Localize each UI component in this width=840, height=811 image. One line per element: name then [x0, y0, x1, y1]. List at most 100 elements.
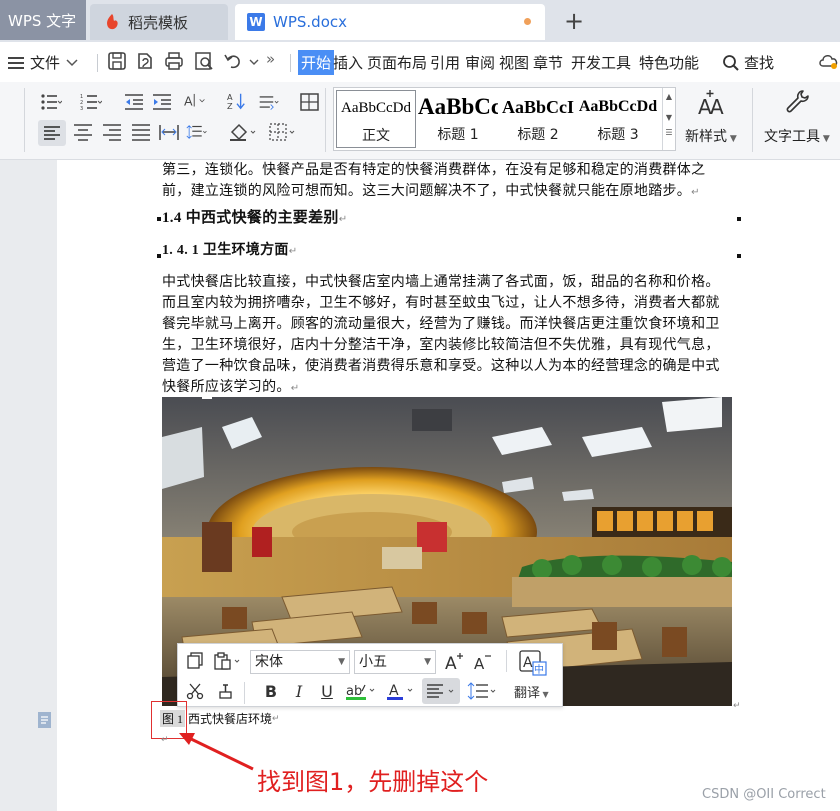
- new-tab-button[interactable]: +: [560, 6, 588, 36]
- menu-developer-tools[interactable]: 开发工具: [571, 52, 631, 73]
- paragraph-mark: ↵: [691, 187, 700, 198]
- annotation-text: 找到图1，先删掉这个: [257, 768, 489, 796]
- paragraph-mark: ↵: [288, 246, 298, 257]
- font-size-value: 小五: [359, 654, 387, 670]
- table-border-icon[interactable]: [299, 92, 321, 112]
- more-quick-access[interactable]: »: [266, 50, 275, 68]
- style-name: 正文: [362, 128, 390, 144]
- wps-doc-icon: W: [247, 13, 265, 31]
- chevron-down-icon[interactable]: [248, 50, 260, 72]
- selection-handle[interactable]: [157, 217, 161, 221]
- style-sample: AaBbCcI: [501, 97, 574, 117]
- hamburger-icon: [8, 56, 24, 69]
- undo-icon[interactable]: [222, 50, 244, 72]
- paste-icon[interactable]: [212, 650, 244, 672]
- print-preview-icon[interactable]: [193, 50, 215, 72]
- shading-icon[interactable]: [228, 122, 258, 142]
- font-family-select[interactable]: 宋体 ▼: [250, 650, 350, 674]
- separator: [506, 650, 507, 672]
- cut-icon[interactable]: [184, 680, 206, 702]
- expand-gallery-icon[interactable]: ☰: [663, 128, 675, 137]
- chevron-up-icon[interactable]: ▲: [663, 92, 675, 101]
- style-gallery-scroll[interactable]: ▲ ▼ ☰: [662, 88, 675, 150]
- search-button[interactable]: 查找: [722, 52, 774, 73]
- sort-icon[interactable]: AZ: [226, 91, 248, 111]
- font-size-select[interactable]: 小五 ▼: [354, 650, 436, 674]
- justify-icon[interactable]: [130, 122, 152, 142]
- selection-handle[interactable]: [157, 254, 161, 258]
- style-normal[interactable]: AaBbCcDd 正文: [336, 90, 416, 148]
- align-left-button[interactable]: [38, 120, 66, 146]
- menu-section[interactable]: 章节: [533, 52, 563, 73]
- heading-1-4-1[interactable]: 1. 4. 1 卫生环境方面↵: [162, 240, 724, 262]
- line-spacing-icon[interactable]: [258, 92, 280, 112]
- heading-1-4[interactable]: 1.4 中西式快餐的主要差别↵: [162, 208, 724, 230]
- menu-insert[interactable]: 插入: [333, 52, 363, 73]
- paragraph[interactable]: 第三，连锁化。快餐产品是否有特定的快餐消费群体，在没有足够和稳定的消费群体之前，…: [162, 160, 724, 203]
- increase-indent-icon[interactable]: [151, 92, 173, 112]
- menu-page-layout[interactable]: 页面布局: [367, 52, 427, 73]
- save-icon[interactable]: [106, 50, 128, 72]
- new-style-icon[interactable]: A A: [696, 88, 730, 118]
- paragraph-text: 第三，连锁化。快餐产品是否有特定的快餐消费群体，在没有足够和稳定的消费群体之前，…: [162, 163, 706, 199]
- menu-references[interactable]: 引用: [430, 52, 460, 73]
- paragraph-mark: ↵: [290, 383, 300, 394]
- translate-button[interactable]: 翻译 ▼: [514, 682, 549, 701]
- file-menu[interactable]: 文件: [8, 52, 78, 73]
- tab-document[interactable]: W WPS.docx: [235, 4, 545, 40]
- heading-text: 1. 4. 1 卫生环境方面: [162, 243, 289, 258]
- paragraph-spacing-icon[interactable]: [186, 122, 208, 142]
- wrench-icon[interactable]: [784, 88, 814, 120]
- bold-icon[interactable]: B: [260, 680, 282, 702]
- export-icon[interactable]: [134, 50, 156, 72]
- annotation-arrow-icon: [179, 733, 254, 771]
- menu-start[interactable]: 开始: [298, 50, 335, 75]
- decrease-indent-icon[interactable]: [123, 92, 145, 112]
- style-name: 标题 2: [517, 127, 559, 143]
- bullet-list-icon[interactable]: [40, 92, 62, 112]
- highlight-icon[interactable]: ab: [344, 680, 378, 702]
- svg-text:A: A: [474, 655, 485, 671]
- translate-icon[interactable]: A中: [518, 648, 548, 678]
- paragraph[interactable]: 中式快餐店比较直接，中式快餐店室内墙上通常挂满了各式面，饭，甜品的名称和价格。而…: [162, 272, 724, 399]
- style-heading-3[interactable]: AaBbCcDd 标题 3: [578, 90, 658, 148]
- svg-text:中: 中: [534, 663, 544, 676]
- document-page[interactable]: 第三，连锁化。快餐产品是否有特定的快餐消费群体，在没有足够和稳定的消费群体之前，…: [57, 160, 840, 811]
- style-name: 标题 3: [597, 127, 639, 143]
- paragraph-mark: ↵: [338, 214, 348, 225]
- align-center-icon[interactable]: [72, 122, 94, 142]
- italic-icon[interactable]: I: [288, 680, 310, 702]
- cloud-sync-icon[interactable]: [818, 50, 840, 72]
- selection-handle[interactable]: [737, 254, 741, 258]
- decrease-font-icon[interactable]: A: [472, 650, 494, 672]
- numbered-list-icon[interactable]: 123: [80, 92, 102, 112]
- align-right-icon[interactable]: [101, 122, 123, 142]
- line-spacing-icon[interactable]: [466, 680, 498, 702]
- print-icon[interactable]: [163, 50, 185, 72]
- underline-icon[interactable]: U: [316, 680, 338, 702]
- increase-font-icon[interactable]: A: [444, 650, 466, 672]
- align-button[interactable]: [422, 678, 460, 704]
- separator: [24, 88, 25, 152]
- distributed-align-icon[interactable]: [158, 122, 180, 142]
- new-style-button[interactable]: 新样式 ▼: [685, 126, 737, 146]
- style-heading-1[interactable]: AaBbCc 标题 1: [418, 90, 498, 148]
- selection-handle[interactable]: [737, 217, 741, 221]
- tab-daoke-templates[interactable]: 稻壳模板: [90, 4, 228, 40]
- paragraph-mark: ↵: [733, 701, 741, 711]
- menu-special-features[interactable]: 特色功能: [639, 52, 699, 73]
- tab-wps-writer[interactable]: WPS 文字: [0, 0, 86, 40]
- style-heading-2[interactable]: AaBbCcI 标题 2: [498, 90, 578, 148]
- style-name: 标题 1: [437, 127, 479, 143]
- format-painter-icon[interactable]: [214, 680, 236, 702]
- menu-review[interactable]: 审阅: [465, 52, 495, 73]
- copy-icon[interactable]: [184, 650, 206, 672]
- text-direction-icon[interactable]: A: [184, 91, 206, 111]
- menu-view[interactable]: 视图: [499, 52, 529, 73]
- chevron-down-icon[interactable]: ▼: [663, 113, 675, 122]
- text-tools-button[interactable]: 文字工具 ▼: [764, 126, 830, 146]
- borders-icon[interactable]: [268, 122, 298, 142]
- svg-text:A: A: [523, 655, 533, 671]
- font-color-icon[interactable]: A: [386, 680, 416, 702]
- search-label: 查找: [744, 54, 775, 72]
